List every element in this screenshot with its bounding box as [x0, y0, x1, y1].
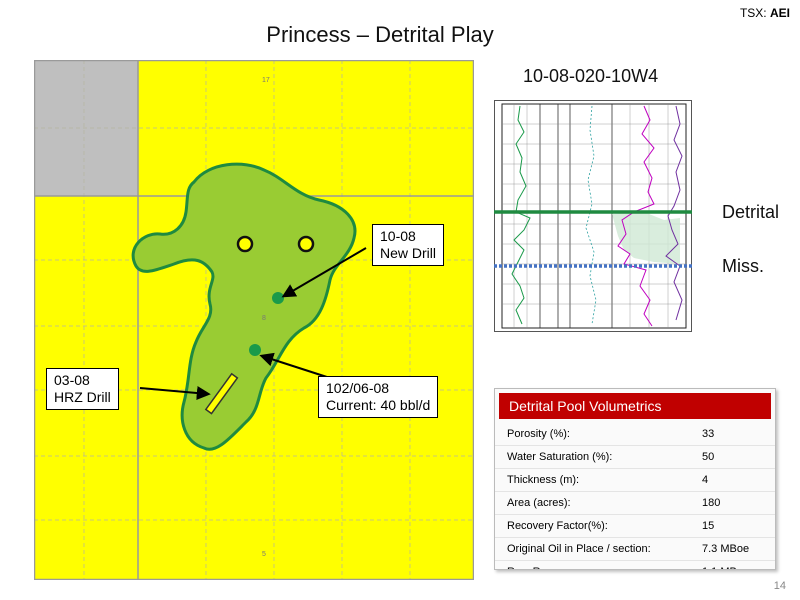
row-value: 33 [702, 428, 715, 440]
row-label: Area (acres): [507, 497, 571, 509]
row-label: Rec. Reserves [507, 561, 702, 569]
table-row: Area (acres): 180 [495, 492, 775, 515]
callout-line: New Drill [380, 245, 436, 261]
row-value: 1.1 MBoe [702, 561, 775, 569]
volumetrics-title: Detrital Pool Volumetrics [499, 393, 771, 419]
callout-line: HRZ Drill [54, 389, 111, 405]
callout-03-08: 03-08 HRZ Drill [46, 368, 119, 410]
map-grid-label: 8 [262, 315, 266, 322]
row-label: Water Saturation (%): [507, 451, 613, 463]
callout-10-08: 10-08 New Drill [372, 224, 444, 266]
well-log [494, 100, 692, 332]
row-value: 15 [702, 520, 715, 532]
table-row: Recovery Factor(%): 15 [495, 515, 775, 538]
callout-line: 03-08 [54, 372, 90, 388]
row-value: 180 [702, 497, 721, 509]
well-location [236, 235, 254, 253]
table-row: Original Oil in Place / section: 7.3 MBo… [495, 538, 775, 561]
row-label: Porosity (%): [507, 428, 570, 440]
callout-line: Current: 40 bbl/d [326, 397, 431, 413]
page-number: 14 [773, 580, 786, 592]
callout-line: 102/06-08 [326, 380, 390, 396]
well-log-title: 10-08-020-10W4 [523, 66, 659, 86]
row-value: 50 [702, 451, 715, 463]
volumetrics-table: Detrital Pool Volumetrics Porosity (%): … [494, 388, 776, 570]
slide-title: Princess – Detrital Play [266, 22, 494, 47]
ticker-symbol: AEI [769, 6, 790, 20]
callout-102-06-08: 102/06-08 Current: 40 bbl/d [318, 376, 439, 418]
land-map: 17 8 5 10-08 New Drill 03-08 HRZ Drill 1… [34, 60, 474, 580]
map-grid-label: 5 [262, 551, 266, 558]
row-label: Recovery Factor(%): [507, 520, 608, 532]
well-log-graphic [494, 100, 692, 332]
map-graphic: 17 8 5 [34, 60, 474, 580]
map-grid-label: 17 [262, 77, 270, 84]
row-label: Original Oil in Place / section: [507, 543, 651, 555]
table-row: Water Saturation (%): 50 [495, 446, 775, 469]
table-row: Thickness (m): 4 [495, 469, 775, 492]
well-10-08 [272, 292, 284, 304]
row-value: 4 [702, 474, 709, 486]
callout-line: 10-08 [380, 228, 416, 244]
well-102-06-08 [249, 344, 261, 356]
table-row: Porosity (%): 33 [495, 423, 775, 446]
table-row: Rec. Reserves 1.1 MBoe [495, 561, 775, 569]
row-label: Thickness (m): [507, 474, 580, 486]
marker-label-detrital: Detrital [722, 202, 780, 222]
marker-label-miss: Miss. [722, 256, 764, 276]
ticker-label: TSX: AEI [740, 6, 790, 20]
row-value: 7.3 MBoe [702, 543, 750, 555]
well-location [297, 235, 315, 253]
ticker-prefix: TSX: [739, 6, 767, 20]
